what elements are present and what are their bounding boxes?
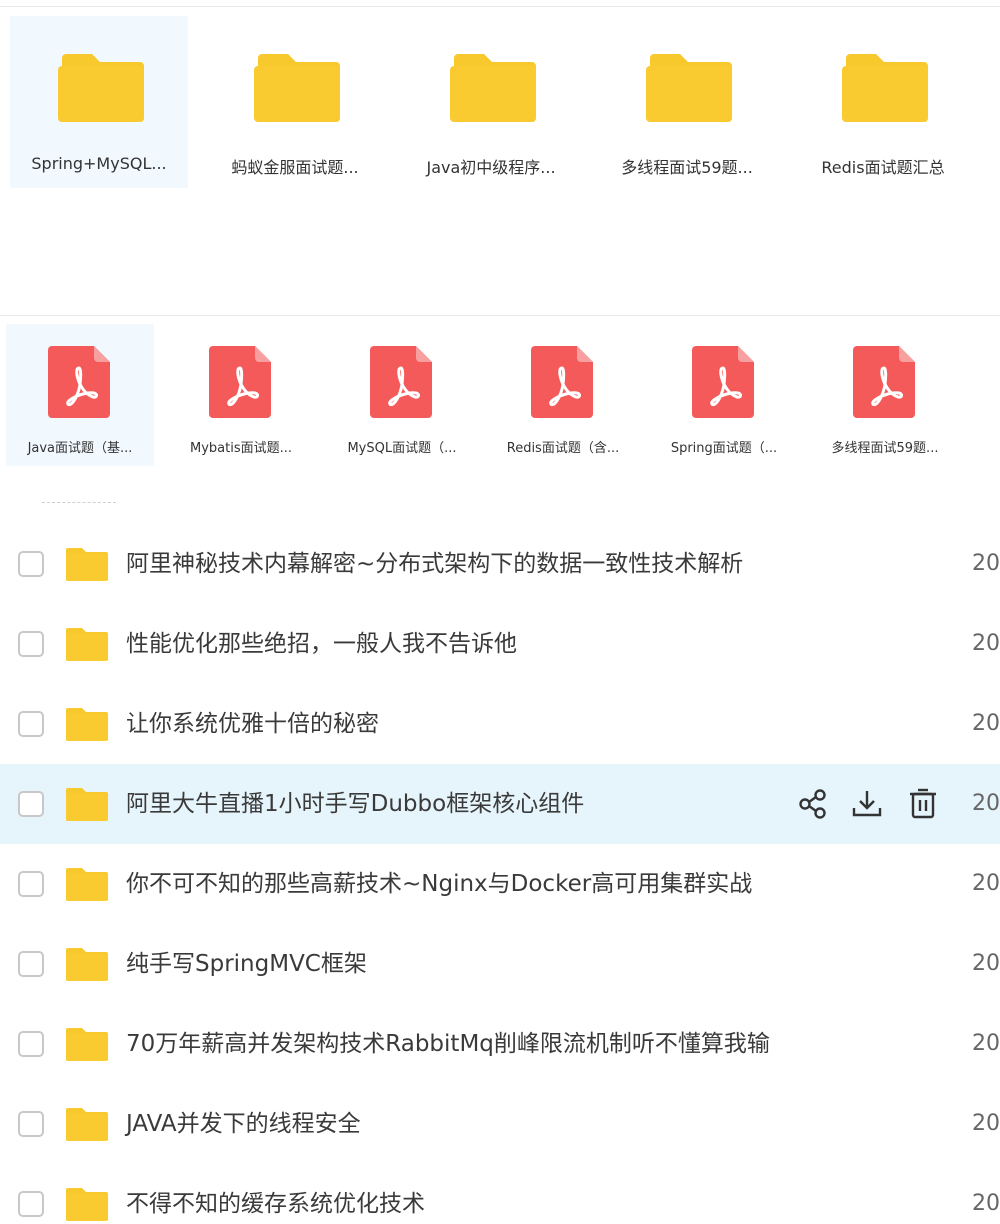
folder-label: 蚂蚁金服面试题... <box>231 158 359 177</box>
row-name[interactable]: 纯手写SpringMVC框架 <box>126 948 367 980</box>
folder-icon <box>646 54 732 122</box>
row-checkbox[interactable] <box>18 711 44 737</box>
row-name[interactable]: 性能优化那些绝招，一般人我不告诉他 <box>126 628 517 660</box>
row-name[interactable]: 阿里大牛直播1小时手写Dubbo框架核心组件 <box>126 788 584 820</box>
row-date: 20 <box>972 791 1000 816</box>
row-name[interactable]: 阿里神秘技术内幕解密~分布式架构下的数据一致性技术解析 <box>126 548 743 580</box>
row-name[interactable]: JAVA并发下的线程安全 <box>126 1108 361 1140</box>
row-checkbox[interactable] <box>18 791 44 817</box>
pdf-label: Spring面试题（... <box>670 441 778 456</box>
pdf-tile[interactable]: 多线程面试59题... <box>811 324 959 466</box>
pdf-label: Java面试题（基... <box>27 441 133 456</box>
folder-tile[interactable]: Redis面试题汇总 <box>794 16 972 188</box>
folder-label: Redis面试题汇总 <box>821 158 945 177</box>
row-date: 20 <box>972 711 1000 736</box>
table-row[interactable]: 纯手写SpringMVC框架 20 <box>0 924 1000 1004</box>
folder-icon <box>842 54 928 122</box>
row-checkbox[interactable] <box>18 1191 44 1217</box>
pdf-label: MySQL面试题（... <box>347 441 457 456</box>
table-row[interactable]: 阿里大牛直播1小时手写Dubbo框架核心组件 20 <box>0 764 1000 844</box>
folder-icon <box>66 708 108 741</box>
folder-icon <box>58 54 144 122</box>
table-row[interactable]: 让你系统优雅十倍的秘密 20 <box>0 684 1000 764</box>
folder-icon <box>66 1108 108 1141</box>
pdf-grid: Java面试题（基... Mybatis面试题... MySQL面试题（... … <box>6 324 996 469</box>
row-date: 20 <box>972 1031 1000 1056</box>
table-row[interactable]: 你不可不知的那些高薪技术~Nginx与Docker高可用集群实战 20 <box>0 844 1000 924</box>
table-row[interactable]: 阿里神秘技术内幕解密~分布式架构下的数据一致性技术解析 20 <box>0 524 1000 604</box>
row-checkbox[interactable] <box>18 1031 44 1057</box>
folder-icon <box>66 788 108 821</box>
folder-icon <box>66 1188 108 1221</box>
pdf-icon <box>692 346 754 418</box>
folder-tile[interactable]: Spring+MySQL... <box>10 16 188 188</box>
folder-grid: Spring+MySQL... 蚂蚁金服面试题... Java初中级程序... … <box>10 16 990 191</box>
dashed-separator <box>42 502 116 503</box>
pdf-icon <box>531 346 593 418</box>
pdf-tile[interactable]: Mybatis面试题... <box>167 324 315 466</box>
folder-tile[interactable]: Java初中级程序... <box>402 16 580 188</box>
row-name[interactable]: 不得不知的缓存系统优化技术 <box>126 1188 425 1220</box>
download-icon[interactable] <box>850 786 884 822</box>
row-date: 20 <box>972 631 1000 656</box>
table-row[interactable]: JAVA并发下的线程安全 20 <box>0 1084 1000 1164</box>
folder-icon <box>66 868 108 901</box>
folder-icon <box>66 548 108 581</box>
pdf-tile[interactable]: Redis面试题（含... <box>489 324 637 466</box>
pdf-icon <box>209 346 271 418</box>
row-date: 20 <box>972 1111 1000 1136</box>
table-row[interactable]: 不得不知的缓存系统优化技术 20 <box>0 1164 1000 1224</box>
row-date: 20 <box>972 551 1000 576</box>
folder-label: 多线程面试59题... <box>621 158 753 177</box>
row-date: 20 <box>972 871 1000 896</box>
folder-icon <box>66 628 108 661</box>
folder-icon <box>66 1028 108 1061</box>
table-row[interactable]: 性能优化那些绝招，一般人我不告诉他 20 <box>0 604 1000 684</box>
row-name[interactable]: 70万年薪高并发架构技术RabbitMq削峰限流机制听不懂算我输 <box>126 1028 770 1060</box>
pdf-icon <box>48 346 110 418</box>
folder-icon <box>450 54 536 122</box>
share-icon[interactable] <box>796 786 830 822</box>
folder-label: Java初中级程序... <box>426 158 556 177</box>
folder-tile[interactable]: 多线程面试59题... <box>598 16 776 188</box>
pdf-tile[interactable]: Spring面试题（... <box>650 324 798 466</box>
folder-tile[interactable]: 蚂蚁金服面试题... <box>206 16 384 188</box>
pdf-icon <box>853 346 915 418</box>
table-row[interactable]: 70万年薪高并发架构技术RabbitMq削峰限流机制听不懂算我输 20 <box>0 1004 1000 1084</box>
pdf-label: 多线程面试59题... <box>831 441 939 456</box>
pdf-label: Redis面试题（含... <box>506 441 620 456</box>
row-date: 20 <box>972 1191 1000 1216</box>
pdf-icon <box>370 346 432 418</box>
section-divider <box>0 315 1000 316</box>
folder-icon <box>254 54 340 122</box>
row-name[interactable]: 你不可不知的那些高薪技术~Nginx与Docker高可用集群实战 <box>126 868 752 900</box>
folder-icon <box>66 948 108 981</box>
top-divider <box>0 6 1000 7</box>
row-checkbox[interactable] <box>18 551 44 577</box>
row-checkbox[interactable] <box>18 631 44 657</box>
row-checkbox[interactable] <box>18 951 44 977</box>
folder-label: Spring+MySQL... <box>31 154 167 173</box>
delete-icon[interactable] <box>906 786 940 822</box>
row-name[interactable]: 让你系统优雅十倍的秘密 <box>126 708 379 740</box>
pdf-tile[interactable]: Java面试题（基... <box>6 324 154 466</box>
row-date: 20 <box>972 951 1000 976</box>
row-checkbox[interactable] <box>18 871 44 897</box>
row-checkbox[interactable] <box>18 1111 44 1137</box>
pdf-tile[interactable]: MySQL面试题（... <box>328 324 476 466</box>
pdf-label: Mybatis面试题... <box>189 441 292 456</box>
